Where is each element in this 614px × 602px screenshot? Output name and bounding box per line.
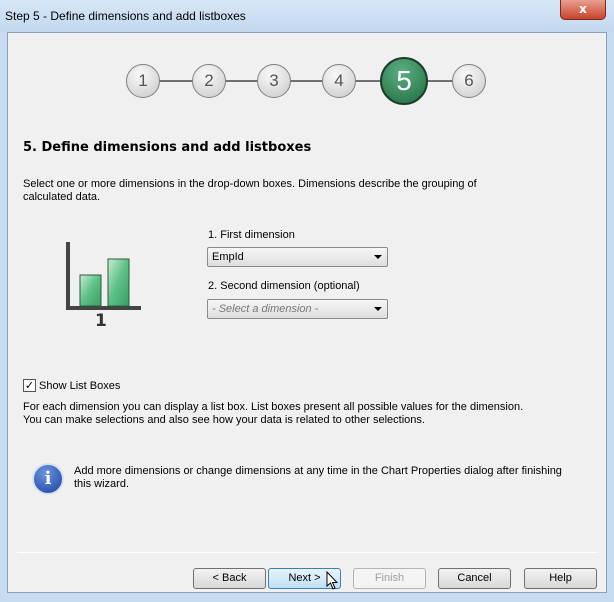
back-button[interactable]: < Back bbox=[193, 568, 266, 589]
step-1: 1 bbox=[126, 64, 160, 98]
step-6: 6 bbox=[452, 64, 486, 98]
divider bbox=[17, 552, 597, 553]
cancel-button[interactable]: Cancel bbox=[438, 568, 511, 589]
step-4: 4 bbox=[322, 64, 356, 98]
chevron-down-icon bbox=[374, 255, 382, 259]
show-list-boxes-label[interactable]: Show List Boxes bbox=[39, 380, 120, 393]
mouse-cursor-icon bbox=[326, 571, 339, 590]
second-dimension-placeholder: - Select a dimension - bbox=[212, 303, 319, 315]
step-3: 3 bbox=[257, 64, 291, 98]
page-title: 5. Define dimensions and add listboxes bbox=[23, 140, 312, 155]
second-dimension-label: 2. Second dimension (optional) bbox=[208, 280, 360, 292]
intro-text: Select one or more dimensions in the dro… bbox=[23, 178, 477, 203]
chevron-down-icon bbox=[374, 307, 382, 311]
show-list-boxes-checkbox[interactable]: ✓ bbox=[23, 379, 36, 392]
step-2: 2 bbox=[192, 64, 226, 98]
first-dimension-value: EmpId bbox=[212, 251, 244, 263]
window-title: Step 5 - Define dimensions and add listb… bbox=[5, 9, 246, 23]
step-indicator: 1 2 3 4 5 6 bbox=[126, 57, 506, 106]
step-5-active: 5 bbox=[380, 57, 428, 105]
help-button[interactable]: Help bbox=[524, 568, 597, 589]
first-dimension-label: 1. First dimension bbox=[208, 229, 295, 241]
first-dimension-select[interactable]: EmpId bbox=[207, 247, 388, 267]
illustration-label: 1 bbox=[95, 311, 107, 331]
info-icon: i bbox=[32, 463, 64, 495]
wizard-body: 1 2 3 4 5 6 5. Define dimensions and add… bbox=[7, 32, 607, 593]
finish-button[interactable]: Finish bbox=[353, 568, 426, 589]
close-button[interactable]: x bbox=[560, 0, 606, 20]
second-dimension-select[interactable]: - Select a dimension - bbox=[207, 299, 388, 319]
title-bar: Step 5 - Define dimensions and add listb… bbox=[0, 0, 614, 32]
listbox-description: For each dimension you can display a lis… bbox=[23, 401, 524, 426]
info-text: Add more dimensions or change dimensions… bbox=[74, 465, 562, 490]
